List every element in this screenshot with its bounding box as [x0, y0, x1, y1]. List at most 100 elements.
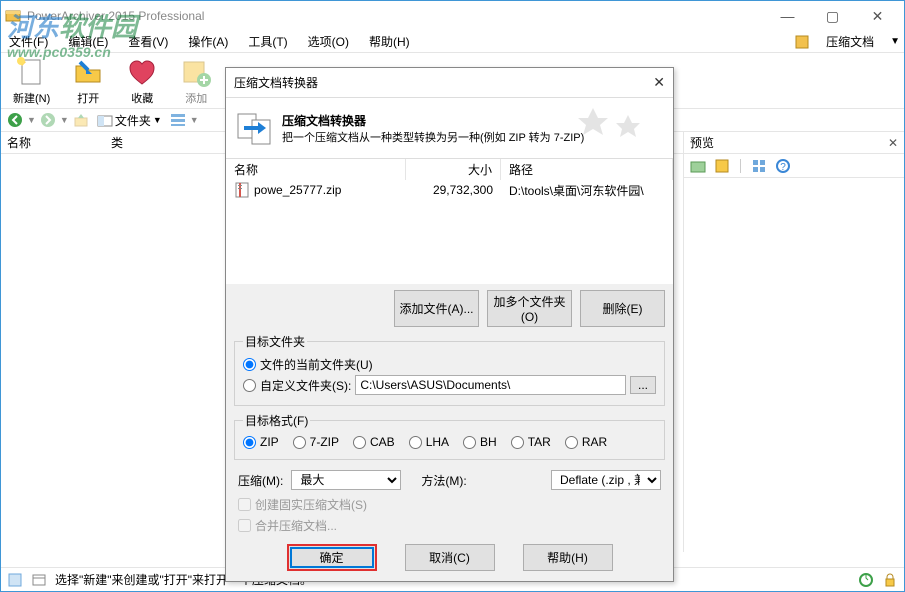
custom-path-input[interactable]	[355, 375, 626, 395]
tool-new-label: 新建(N)	[13, 90, 50, 106]
convert-icon	[234, 108, 274, 148]
list-item[interactable]: powe_25777.zip 29,732,300 D:\tools\桌面\河东…	[226, 180, 673, 200]
col-size[interactable]: 大小	[406, 159, 501, 180]
up-icon[interactable]	[73, 112, 89, 128]
check-solid-label: 创建固实压缩文档(S)	[255, 496, 367, 513]
menu-file[interactable]: 文件(F)	[5, 31, 52, 52]
compression-row: 压缩(M): 最大 方法(M): Deflate (.zip , 兼	[226, 466, 673, 494]
menu-compress[interactable]: 压缩文档	[822, 31, 878, 52]
dialog-header: 压缩文档转换器 把一个压缩文档从一种类型转换为另一种(例如 ZIP 转为 7-Z…	[226, 98, 673, 158]
forward-icon[interactable]	[40, 112, 56, 128]
preview-close-icon[interactable]: ✕	[888, 136, 898, 150]
folders-button[interactable]: 文件夹 ▼	[93, 112, 166, 129]
converter-dialog: 压缩文档转换器 ✕ 压缩文档转换器 把一个压缩文档从一种类型转换为另一种(例如 …	[225, 67, 674, 582]
compress-label: 压缩(M):	[238, 472, 283, 489]
dialog-close-icon[interactable]: ✕	[653, 74, 665, 91]
col-path[interactable]: 路径	[501, 159, 673, 180]
menu-tool[interactable]: 工具(T)	[244, 31, 291, 52]
radio-custom-folder[interactable]	[243, 379, 256, 392]
file-size: 29,732,300	[433, 183, 493, 197]
dialog-titlebar: 压缩文档转换器 ✕	[226, 68, 673, 98]
browse-button[interactable]: ...	[630, 376, 656, 394]
check-solid	[238, 498, 251, 511]
minimize-button[interactable]: —	[765, 2, 810, 30]
help-button[interactable]: 帮助(H)	[523, 544, 613, 571]
radio-custom-label: 自定义文件夹(S):	[260, 377, 351, 394]
radio-7zip[interactable]	[293, 436, 306, 449]
archive-icon	[794, 34, 810, 50]
radio-current-label: 文件的当前文件夹(U)	[260, 356, 373, 373]
add-folder-button[interactable]: 加多个文件夹(O)	[487, 290, 572, 327]
folders-label: 文件夹	[115, 112, 151, 129]
maximize-button[interactable]: ▢	[810, 2, 855, 30]
radio-rar[interactable]	[565, 436, 578, 449]
preview-tool4-icon[interactable]: ?	[775, 158, 791, 174]
dialog-header-sub: 把一个压缩文档从一种类型转换为另一种(例如 ZIP 转为 7-ZIP)	[282, 129, 584, 145]
dialog-title: 压缩文档转换器	[234, 74, 318, 91]
radio-lha[interactable]	[409, 436, 422, 449]
back-icon[interactable]	[7, 112, 23, 128]
radio-bh[interactable]	[463, 436, 476, 449]
tool-add[interactable]: 添加	[180, 56, 212, 106]
tool-new[interactable]: 新建(N)	[13, 56, 50, 106]
col-filename[interactable]: 名称	[226, 159, 406, 180]
file-name: powe_25777.zip	[254, 183, 341, 197]
target-format-group: 目标格式(F) ZIP 7-ZIP CAB LHA BH TAR RAR	[234, 412, 665, 460]
check-merge	[238, 519, 251, 532]
menu-view[interactable]: 查看(V)	[124, 31, 172, 52]
tool-open[interactable]: 打开	[72, 56, 104, 106]
menu-edit[interactable]: 编辑(E)	[64, 31, 112, 52]
open-icon	[72, 56, 104, 88]
preview-title: 预览	[690, 134, 714, 151]
radio-zip[interactable]	[243, 436, 256, 449]
preview-toolbar: ?	[684, 154, 904, 178]
file-buttons: 添加文件(A)... 加多个文件夹(O) 删除(E)	[226, 284, 673, 333]
col-type[interactable]: 类	[111, 134, 203, 151]
radio-tar[interactable]	[511, 436, 524, 449]
status-icon1[interactable]	[7, 572, 23, 588]
radio-cab[interactable]	[353, 436, 366, 449]
delete-button[interactable]: 删除(E)	[580, 290, 665, 327]
menubar: 文件(F) 编辑(E) 查看(V) 操作(A) 工具(T) 选项(O) 帮助(H…	[1, 31, 904, 53]
preview-header: 预览 ✕	[684, 132, 904, 154]
folders-icon	[97, 112, 113, 128]
dialog-buttons: 确定 取消(C) 帮助(H)	[226, 536, 673, 581]
close-button[interactable]: ✕	[855, 2, 900, 30]
app-icon	[5, 8, 21, 24]
app-title: PowerArchiver 2015 Professional	[27, 9, 765, 23]
cancel-button[interactable]: 取消(C)	[405, 544, 495, 571]
ok-button[interactable]: 确定	[287, 544, 377, 571]
status-sync-icon[interactable]	[858, 572, 874, 588]
titlebar: PowerArchiver 2015 Professional — ▢ ✕	[1, 1, 904, 31]
format-legend: 目标格式(F)	[243, 412, 310, 429]
dialog-header-title: 压缩文档转换器	[282, 112, 584, 129]
preview-tool2-icon[interactable]	[714, 158, 730, 174]
menu-action[interactable]: 操作(A)	[184, 31, 232, 52]
target-folder-group: 目标文件夹 文件的当前文件夹(U) 自定义文件夹(S): ...	[234, 333, 665, 406]
method-select[interactable]: Deflate (.zip , 兼	[551, 470, 661, 490]
status-icon2[interactable]	[31, 572, 47, 588]
view-icon[interactable]	[170, 112, 186, 128]
add-icon	[180, 56, 212, 88]
file-list-header: 名称 大小 路径	[226, 158, 673, 180]
col-name[interactable]: 名称	[7, 134, 111, 151]
menu-option[interactable]: 选项(O)	[304, 31, 353, 52]
radio-current-folder[interactable]	[243, 358, 256, 371]
preview-tool3-icon[interactable]	[751, 158, 767, 174]
favorite-icon	[126, 56, 158, 88]
file-list-body[interactable]: powe_25777.zip 29,732,300 D:\tools\桌面\河东…	[226, 180, 673, 284]
preview-tool1-icon[interactable]	[690, 158, 706, 174]
decor-icon	[573, 103, 653, 153]
add-file-button[interactable]: 添加文件(A)...	[394, 290, 479, 327]
file-path: D:\tools\桌面\河东软件园\	[509, 182, 644, 199]
preview-pane: 预览 ✕ ?	[684, 132, 904, 552]
compress-select[interactable]: 最大	[291, 470, 401, 490]
tool-fav[interactable]: 收藏	[126, 56, 158, 106]
target-legend: 目标文件夹	[243, 333, 307, 350]
menu-help[interactable]: 帮助(H)	[365, 31, 414, 52]
tool-open-label: 打开	[77, 90, 99, 106]
method-label: 方法(M):	[421, 472, 466, 489]
tool-fav-label: 收藏	[131, 90, 153, 106]
status-lock-icon[interactable]	[882, 572, 898, 588]
tool-add-label: 添加	[185, 90, 207, 106]
